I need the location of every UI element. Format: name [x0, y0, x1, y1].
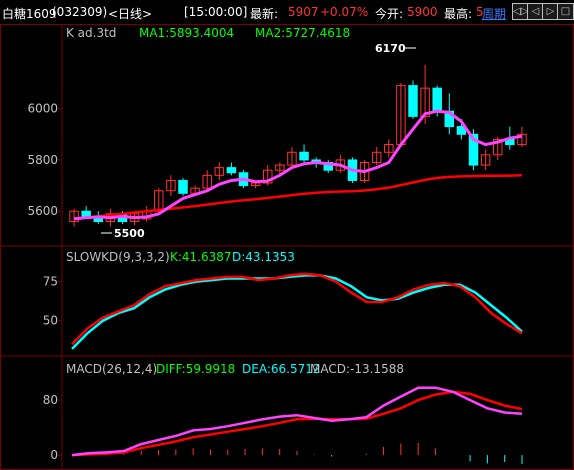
chart-canvas[interactable]: K ad.3td MA1:5893.4004 MA2:5727.4618 SLO… — [0, 0, 574, 470]
macd-dea-label: DEA:66.5712 — [242, 362, 321, 376]
kd-title: SLOWKD(9,3,3,2) — [66, 250, 170, 264]
candle-body — [432, 87, 442, 112]
candle-body — [299, 151, 309, 161]
macd-title: MACD(26,12,4) — [66, 362, 157, 376]
main-price-panel: 5600 5800 6000 — [27, 65, 527, 227]
kd-tick-label: 50 — [43, 314, 58, 328]
diff-line — [71, 386, 523, 457]
y-tick-label: 5800 — [27, 153, 58, 167]
candle-body — [178, 179, 188, 194]
candle-body — [226, 167, 237, 174]
y-tick-label: 5600 — [27, 204, 58, 218]
ma1-label: MA1:5893.4004 — [139, 26, 234, 40]
k-line — [71, 272, 523, 346]
low-annotation: 5500 — [114, 227, 145, 240]
macd-value-label: MACD:-13.1588 — [310, 362, 404, 376]
kd-tick-label: 75 — [43, 275, 58, 289]
y-tick-label: 6000 — [27, 102, 58, 116]
candle-body — [408, 85, 418, 117]
kd-k-label: K:41.6387 — [170, 250, 232, 264]
ma1-line — [73, 109, 523, 221]
high-annotation: 6170 — [375, 42, 406, 55]
macd-tick-label: 0 — [50, 448, 58, 462]
kd-d-label: D:43.1353 — [232, 250, 295, 264]
macd-panel: 0 80 — [43, 386, 523, 465]
ma2-line — [73, 174, 522, 221]
main-title: K ad.3td — [66, 26, 116, 40]
kd-panel: 50 75 — [43, 272, 523, 350]
macd-diff-label: DIFF:59.9918 — [156, 362, 235, 376]
candle-body — [81, 210, 91, 217]
ma2-label: MA2:5727.4618 — [255, 26, 350, 40]
macd-tick-label: 80 — [43, 393, 58, 407]
